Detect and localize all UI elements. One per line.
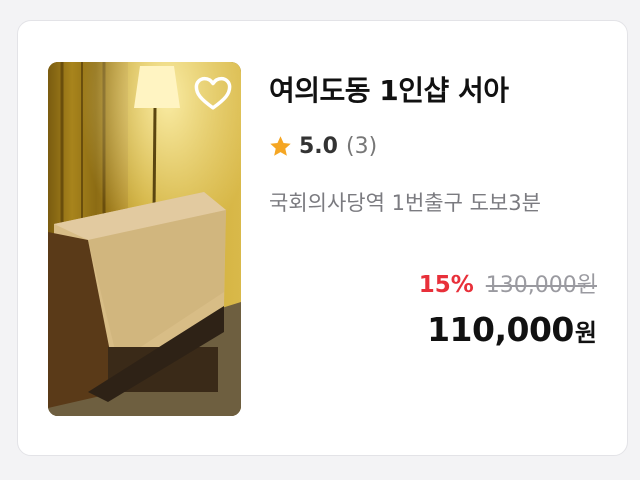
currency-unit: 원 xyxy=(574,319,597,347)
massage-room-photo xyxy=(48,62,241,416)
final-price-row: 110,000 원 xyxy=(427,310,597,349)
rating-score: 5.0 xyxy=(299,133,338,159)
original-price-row: 15% 130,000원 xyxy=(419,267,597,299)
shop-card[interactable]: 여의도동 1인샵 서아 5.0 (3) 국회의사당역 1번출구 도보3분 15%… xyxy=(17,20,628,456)
heart-outline-icon xyxy=(194,76,232,110)
shop-thumbnail[interactable] xyxy=(48,62,241,416)
favorite-button[interactable] xyxy=(192,72,234,114)
rating: 5.0 (3) xyxy=(268,131,377,161)
original-price: 130,000원 xyxy=(485,273,597,298)
location-text: 국회의사당역 1번출구 도보3분 xyxy=(269,191,541,215)
review-count[interactable]: (3) xyxy=(346,134,377,159)
shop-title[interactable]: 여의도동 1인샵 서아 xyxy=(269,69,509,109)
final-price: 110,000 xyxy=(427,310,574,349)
star-icon xyxy=(270,135,291,156)
discount-rate: 15% xyxy=(418,272,474,298)
